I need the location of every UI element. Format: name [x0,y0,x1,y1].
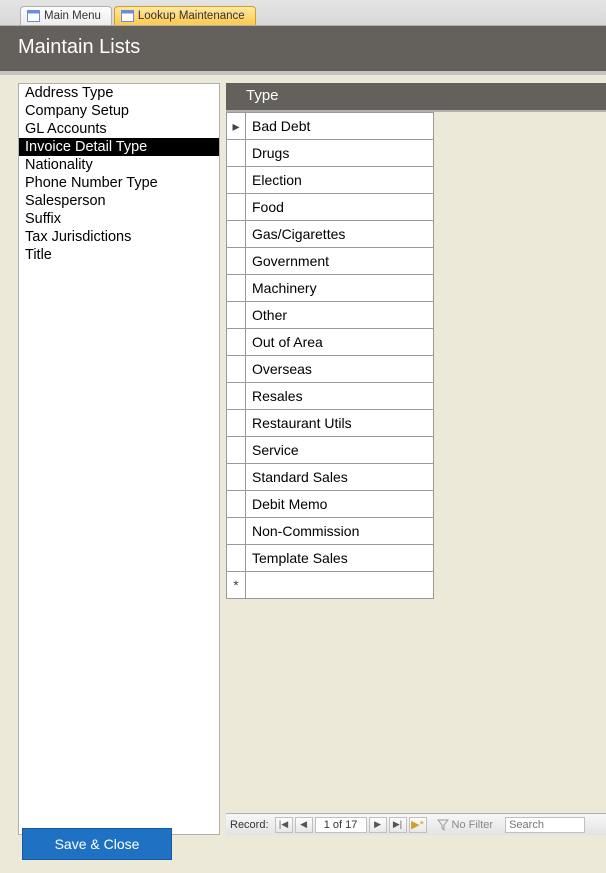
record-navigator: Record: |◀ ◀ 1 of 17 ▶ ▶| ▶* No Filter [226,813,606,835]
table-row[interactable]: Non-Commission [227,518,434,545]
tab-main-menu[interactable]: Main Menu [20,6,112,25]
list-item[interactable]: Phone Number Type [19,174,219,192]
filter-indicator[interactable]: No Filter [437,819,494,831]
content-area: Address TypeCompany SetupGL AccountsInvo… [0,75,606,835]
data-cell[interactable]: Out of Area [246,329,434,356]
datasheet-column-header[interactable]: Type [226,83,606,112]
data-cell[interactable]: Election [246,167,434,194]
data-cell[interactable]: Template Sales [246,545,434,572]
nav-new-button[interactable]: ▶* [409,817,427,833]
row-selector-new[interactable]: * [227,572,246,599]
list-item[interactable]: Nationality [19,156,219,174]
data-cell[interactable]: Other [246,302,434,329]
tab-lookup-maintenance[interactable]: Lookup Maintenance [114,6,256,25]
filter-label: No Filter [452,819,494,831]
row-selector[interactable] [227,410,246,437]
row-selector[interactable] [227,221,246,248]
data-cell[interactable]: Overseas [246,356,434,383]
data-cell[interactable] [246,572,434,599]
data-cell[interactable]: Machinery [246,275,434,302]
table-row[interactable]: Out of Area [227,329,434,356]
record-position[interactable]: 1 of 17 [315,817,367,833]
data-cell[interactable]: Food [246,194,434,221]
datasheet-panel: Type ▸Bad DebtDrugsElectionFoodGas/Cigar… [226,83,606,835]
list-item[interactable]: Suffix [19,210,219,228]
form-icon [121,10,134,22]
table-row[interactable]: Machinery [227,275,434,302]
row-selector[interactable] [227,356,246,383]
data-cell[interactable]: Resales [246,383,434,410]
row-selector[interactable] [227,140,246,167]
nav-last-button[interactable]: ▶| [389,817,407,833]
datasheet-body: ▸Bad DebtDrugsElectionFoodGas/Cigarettes… [226,112,606,813]
list-item[interactable]: Company Setup [19,102,219,120]
table-row[interactable]: Government [227,248,434,275]
data-cell[interactable]: Restaurant Utils [246,410,434,437]
data-cell[interactable]: Drugs [246,140,434,167]
row-selector[interactable] [227,437,246,464]
nav-next-button[interactable]: ▶ [369,817,387,833]
data-cell[interactable]: Service [246,437,434,464]
funnel-icon [437,819,449,831]
form-icon [27,10,40,22]
table-row-new[interactable]: * [227,572,434,599]
row-selector[interactable] [227,248,246,275]
list-item[interactable]: Tax Jurisdictions [19,228,219,246]
tab-label: Main Menu [44,10,101,22]
datasheet-table: ▸Bad DebtDrugsElectionFoodGas/Cigarettes… [226,112,434,599]
table-row[interactable]: Overseas [227,356,434,383]
table-row[interactable]: Drugs [227,140,434,167]
lookup-list[interactable]: Address TypeCompany SetupGL AccountsInvo… [18,83,220,835]
table-row[interactable]: Resales [227,383,434,410]
row-selector[interactable] [227,464,246,491]
table-row[interactable]: Food [227,194,434,221]
table-row[interactable]: Template Sales [227,545,434,572]
row-selector[interactable] [227,167,246,194]
data-cell[interactable]: Bad Debt [246,113,434,140]
data-cell[interactable]: Standard Sales [246,464,434,491]
tab-label: Lookup Maintenance [138,10,245,22]
list-item[interactable]: GL Accounts [19,120,219,138]
page-title: Maintain Lists [18,36,140,58]
row-selector[interactable] [227,329,246,356]
table-row[interactable]: Debit Memo [227,491,434,518]
table-row[interactable]: Other [227,302,434,329]
row-selector[interactable]: ▸ [227,113,246,140]
list-item[interactable]: Address Type [19,84,219,102]
list-item[interactable]: Salesperson [19,192,219,210]
row-selector[interactable] [227,383,246,410]
record-label: Record: [230,819,269,831]
row-selector[interactable] [227,518,246,545]
table-row[interactable]: Election [227,167,434,194]
row-selector[interactable] [227,491,246,518]
nav-prev-button[interactable]: ◀ [295,817,313,833]
list-item[interactable]: Title [19,246,219,264]
table-row[interactable]: Gas/Cigarettes [227,221,434,248]
tab-strip: Main Menu Lookup Maintenance [0,0,606,26]
row-selector[interactable] [227,302,246,329]
search-input[interactable] [505,817,585,833]
row-selector[interactable] [227,275,246,302]
save-close-button[interactable]: Save & Close [22,828,172,860]
table-row[interactable]: ▸Bad Debt [227,113,434,140]
table-row[interactable]: Service [227,437,434,464]
page-title-bar: Maintain Lists [0,26,606,75]
data-cell[interactable]: Gas/Cigarettes [246,221,434,248]
data-cell[interactable]: Government [246,248,434,275]
row-selector[interactable] [227,545,246,572]
data-cell[interactable]: Non-Commission [246,518,434,545]
table-row[interactable]: Restaurant Utils [227,410,434,437]
table-row[interactable]: Standard Sales [227,464,434,491]
data-cell[interactable]: Debit Memo [246,491,434,518]
nav-first-button[interactable]: |◀ [275,817,293,833]
row-selector[interactable] [227,194,246,221]
list-item[interactable]: Invoice Detail Type [19,138,219,156]
